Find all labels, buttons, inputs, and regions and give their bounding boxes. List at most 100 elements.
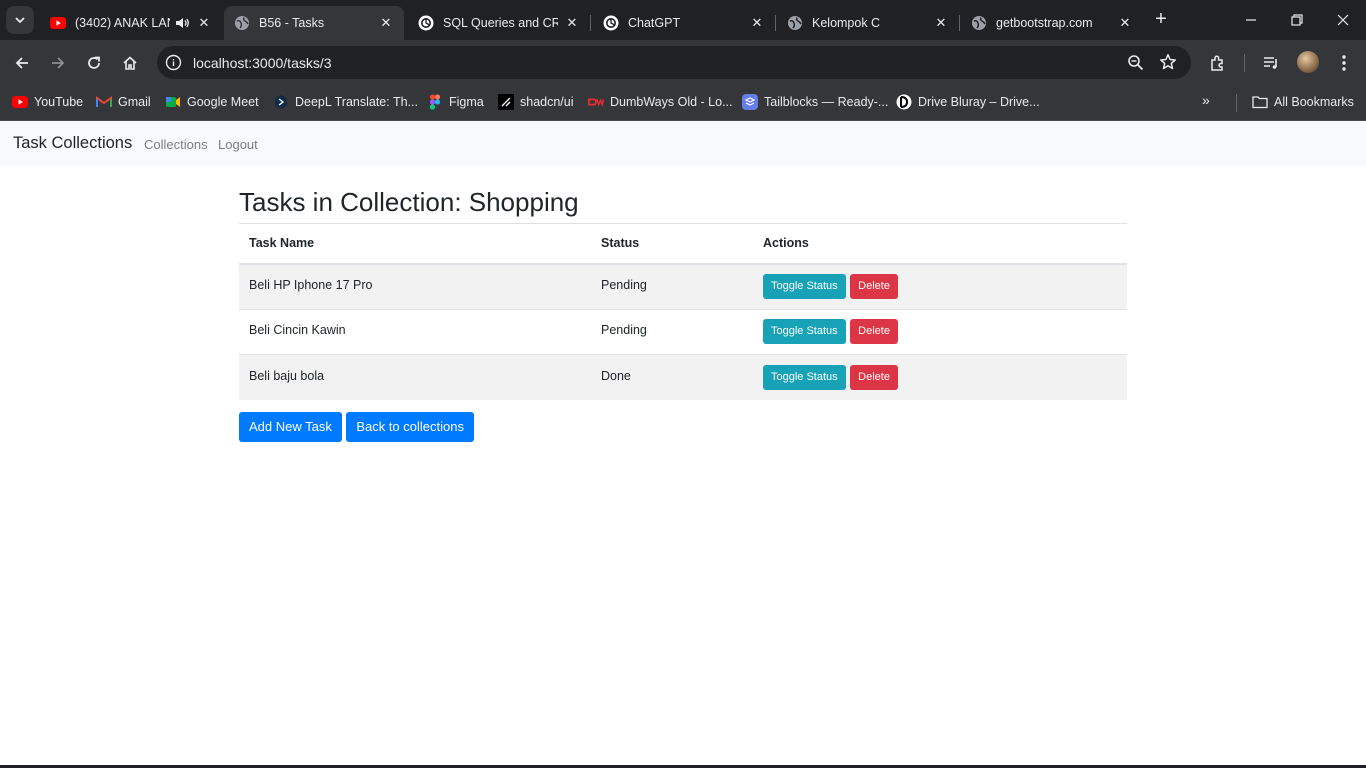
bookmark-label: Figma xyxy=(449,95,484,109)
speaker-icon[interactable] xyxy=(174,16,190,30)
all-bookmarks[interactable]: All Bookmarks xyxy=(1252,92,1354,112)
chatgpt-icon xyxy=(418,15,434,31)
profile-avatar[interactable] xyxy=(1297,51,1319,73)
navbar-brand[interactable]: Task Collections xyxy=(13,134,132,153)
meet-icon xyxy=(165,94,181,110)
column-header-status: Status xyxy=(591,223,753,265)
toolbar-divider xyxy=(1244,54,1245,72)
bookmark-label: Google Meet xyxy=(187,95,259,109)
bookmarks-bar: YouTube Gmail Google Meet DeepL Translat… xyxy=(0,85,1366,121)
figma-icon xyxy=(427,94,443,110)
all-bookmarks-label: All Bookmarks xyxy=(1274,95,1354,109)
close-icon[interactable]: ✕ xyxy=(749,15,765,31)
close-icon[interactable]: ✕ xyxy=(564,15,580,31)
new-tab-plus-icon[interactable]: + xyxy=(1150,8,1172,30)
extensions-icon[interactable] xyxy=(1207,52,1229,74)
tab-title: SQL Queries and CRU xyxy=(443,16,558,30)
more-bookmarks-chevron-icon[interactable]: » xyxy=(1202,92,1210,108)
drive-bluray-icon xyxy=(896,94,912,110)
bookmark-label: Gmail xyxy=(118,95,151,109)
bookmark-dumbways[interactable]: DumbWays Old - Lo... xyxy=(588,92,733,112)
toggle-status-button[interactable]: Toggle Status xyxy=(763,274,846,299)
youtube-icon xyxy=(12,94,28,110)
address-bar[interactable]: localhost:3000/tasks/3 xyxy=(157,46,1191,79)
toggle-status-button[interactable]: Toggle Status xyxy=(763,365,846,390)
tab-title: B56 - Tasks xyxy=(259,16,325,30)
bookmark-figma[interactable]: Figma xyxy=(427,92,484,112)
tab-search-button[interactable] xyxy=(6,6,34,34)
dumbways-icon xyxy=(588,94,604,110)
browser-tab[interactable]: ChatGPT ✕ xyxy=(593,6,776,40)
tab-separator xyxy=(959,15,960,31)
bookmarks-separator xyxy=(1236,94,1237,112)
bookmark-gmail[interactable]: Gmail xyxy=(96,92,151,112)
tab-title: getbootstrap.com xyxy=(996,16,1093,30)
globe-icon xyxy=(787,15,803,31)
task-name-cell: Beli HP Iphone 17 Pro xyxy=(239,263,591,309)
task-name-cell: Beli Cincin Kawin xyxy=(239,308,591,355)
gmail-icon xyxy=(96,94,112,110)
column-header-actions: Actions xyxy=(753,223,1127,265)
toggle-status-button[interactable]: Toggle Status xyxy=(763,319,846,345)
tailblocks-icon xyxy=(742,94,758,110)
globe-icon xyxy=(234,15,250,31)
delete-button[interactable]: Delete xyxy=(850,274,898,299)
browser-tab-active[interactable]: B56 - Tasks ✕ xyxy=(224,6,404,40)
more-menu-icon[interactable] xyxy=(1333,52,1355,74)
delete-button[interactable]: Delete xyxy=(850,365,898,390)
tasks-table: Task Name Status Actions Beli HP Iphone … xyxy=(239,223,1127,400)
close-icon[interactable]: ✕ xyxy=(1117,15,1133,31)
main-container: Tasks in Collection: Shopping Task Name … xyxy=(239,181,1127,442)
page-title: Tasks in Collection: Shopping xyxy=(239,187,579,217)
restore-icon[interactable] xyxy=(1287,10,1307,30)
bookmark-shadcn[interactable]: shadcn/ui xyxy=(498,92,574,112)
site-info-icon[interactable] xyxy=(165,54,182,71)
close-icon[interactable]: ✕ xyxy=(378,15,394,31)
close-icon[interactable]: ✕ xyxy=(196,15,212,31)
minimize-icon[interactable] xyxy=(1241,10,1261,30)
home-icon[interactable] xyxy=(119,52,141,74)
forward-arrow-icon[interactable] xyxy=(47,52,69,74)
bookmark-youtube[interactable]: YouTube xyxy=(12,92,83,112)
delete-button[interactable]: Delete xyxy=(850,319,898,345)
address-url[interactable]: localhost:3000/tasks/3 xyxy=(193,55,332,71)
bookmark-drive-bluray[interactable]: Drive Bluray – Drive... xyxy=(896,92,1040,112)
bookmark-deepl[interactable]: DeepL Translate: Th... xyxy=(273,92,418,112)
back-to-collections-button[interactable]: Back to collections xyxy=(346,412,474,442)
browser-tab[interactable]: getbootstrap.com ✕ xyxy=(961,6,1143,40)
bookmark-label: Drive Bluray – Drive... xyxy=(918,95,1040,109)
nav-link-logout[interactable]: Logout xyxy=(218,137,258,152)
table-header-row: Task Name Status Actions xyxy=(239,223,1127,265)
chatgpt-icon xyxy=(603,15,619,31)
table-row: Beli Cincin Kawin Pending Toggle Status … xyxy=(239,308,1127,355)
bookmark-label: DumbWays Old - Lo... xyxy=(610,95,733,109)
zoom-icon[interactable] xyxy=(1127,54,1144,76)
browser-tab-bar: (3402) ANAK LAN ✕ B56 - Tasks ✕ SQL Quer… xyxy=(0,0,1366,40)
bookmark-star-icon[interactable] xyxy=(1159,53,1177,76)
add-new-task-button[interactable]: Add New Task xyxy=(239,412,342,442)
globe-icon xyxy=(971,15,987,31)
task-status-cell: Done xyxy=(591,354,753,400)
tab-separator xyxy=(590,15,591,31)
task-status-cell: Pending xyxy=(591,308,753,355)
tab-title: ChatGPT xyxy=(628,16,681,30)
close-icon[interactable]: ✕ xyxy=(933,15,949,31)
browser-tab[interactable]: SQL Queries and CRU ✕ xyxy=(408,6,591,40)
back-arrow-icon[interactable] xyxy=(11,52,33,74)
media-controls-icon[interactable] xyxy=(1260,52,1282,74)
bookmark-tailblocks[interactable]: Tailblocks — Ready-... xyxy=(742,92,888,112)
browser-toolbar: localhost:3000/tasks/3 xyxy=(0,40,1366,85)
bookmark-google-meet[interactable]: Google Meet xyxy=(165,92,259,112)
window-close-icon[interactable] xyxy=(1333,10,1353,30)
folder-icon xyxy=(1252,94,1268,110)
reload-icon[interactable] xyxy=(83,52,105,74)
web-page: Task Collections Collections Logout Task… xyxy=(0,121,1366,768)
bookmark-label: DeepL Translate: Th... xyxy=(295,95,418,109)
table-row: Beli baju bola Done Toggle Status Delete xyxy=(239,354,1127,400)
browser-tab[interactable]: Kelompok C ✕ xyxy=(777,6,960,40)
task-name-cell: Beli baju bola xyxy=(239,354,591,400)
browser-tab[interactable]: (3402) ANAK LAN ✕ xyxy=(40,6,222,40)
nav-link-collections[interactable]: Collections xyxy=(144,137,208,152)
task-actions-cell: Toggle Status Delete xyxy=(753,308,1127,355)
app-navbar: Task Collections Collections Logout xyxy=(0,121,1366,166)
